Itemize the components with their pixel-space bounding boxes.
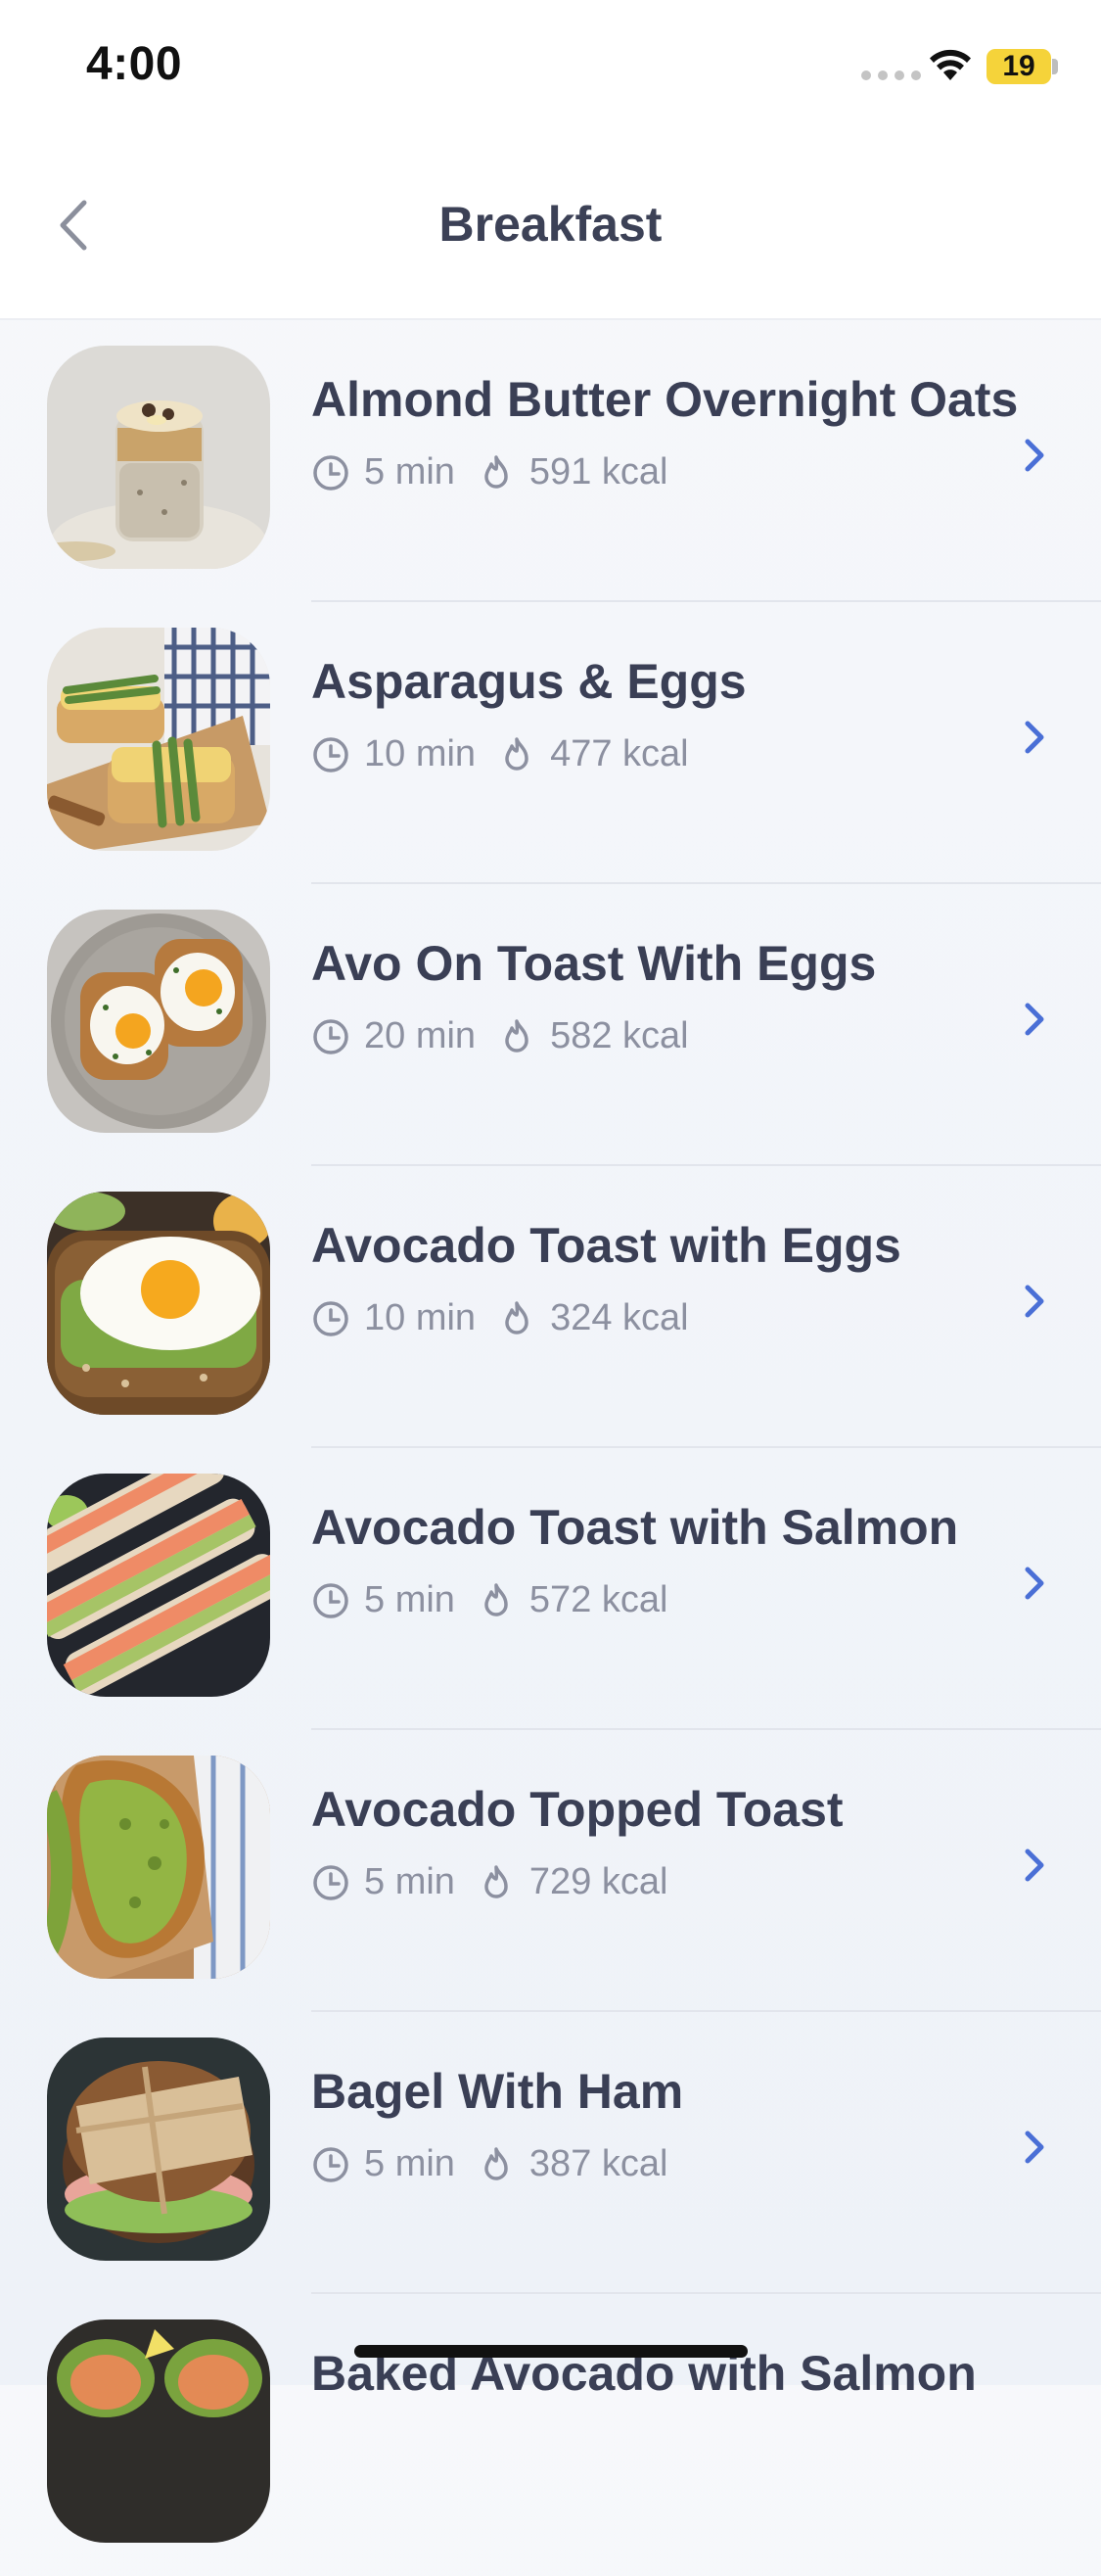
recipe-meta: 20 min 582 kcal — [311, 1015, 689, 1057]
clock-icon — [313, 736, 348, 773]
recipe-thumbnail — [47, 346, 270, 569]
recipe-time: 10 min — [364, 733, 477, 774]
recipe-meta: 10 min 477 kcal — [311, 733, 689, 775]
recipe-meta: 5 min 729 kcal — [311, 1861, 667, 1903]
recipe-row[interactable]: Bagel With Ham 5 min 387 kcal — [0, 2012, 1101, 2294]
recipe-meta: 10 min 324 kcal — [311, 1297, 689, 1339]
home-indicator[interactable] — [354, 2345, 748, 2358]
chevron-right-icon — [1025, 721, 1044, 754]
battery-tail — [1052, 59, 1058, 74]
recipe-name: Avocado Topped Toast — [311, 1782, 844, 1837]
flame-icon — [484, 454, 508, 489]
recipe-name: Almond Butter Overnight Oats — [311, 372, 1019, 427]
recipe-thumbnail — [47, 1192, 270, 1415]
recipe-time: 5 min — [364, 1861, 455, 1902]
recipe-kcal: 572 kcal — [528, 1579, 668, 1620]
recipe-name: Avo On Toast With Eggs — [311, 936, 877, 991]
recipe-thumbnail — [47, 1756, 270, 1979]
recipe-thumbnail — [47, 2037, 270, 2261]
recipe-time: 5 min — [364, 2143, 455, 2184]
recipe-name: Asparagus & Eggs — [311, 654, 747, 709]
recipe-kcal: 324 kcal — [550, 1297, 689, 1338]
recipe-row[interactable]: Almond Butter Overnight Oats 5 min 591 k… — [0, 320, 1101, 602]
recipe-kcal: 582 kcal — [550, 1015, 689, 1056]
recipe-name: Avocado Toast with Eggs — [311, 1218, 901, 1273]
recipe-time: 20 min — [364, 1015, 477, 1056]
recipe-row[interactable]: Avo On Toast With Eggs 20 min 582 kcal — [0, 884, 1101, 1166]
recipe-name: Avocado Toast with Salmon — [311, 1500, 959, 1555]
cellular-signal-icon — [861, 70, 921, 80]
recipe-kcal: 387 kcal — [528, 2143, 668, 2184]
recipe-meta: 5 min 572 kcal — [311, 1579, 667, 1621]
clock-icon — [313, 454, 348, 491]
recipe-thumbnail — [47, 1474, 270, 1697]
recipe-thumbnail — [47, 628, 270, 851]
chevron-right-icon — [1025, 439, 1044, 472]
recipe-kcal: 477 kcal — [550, 733, 689, 774]
flame-icon — [484, 1864, 508, 1898]
chevron-right-icon — [1025, 1567, 1044, 1600]
status-time: 4:00 — [86, 38, 183, 90]
flame-icon — [505, 1300, 528, 1335]
recipe-meta: 5 min 591 kcal — [311, 451, 667, 493]
recipe-time: 5 min — [364, 1579, 455, 1620]
flame-icon — [505, 736, 528, 771]
flame-icon — [484, 2146, 508, 2180]
recipe-thumbnail — [47, 2319, 270, 2543]
page-title: Breakfast — [438, 197, 663, 252]
clock-icon — [313, 1300, 348, 1336]
recipe-name: Bagel With Ham — [311, 2064, 684, 2119]
recipe-kcal: 729 kcal — [528, 1861, 668, 1902]
flame-icon — [505, 1018, 528, 1053]
recipe-row[interactable]: Avocado Topped Toast 5 min 729 kcal — [0, 1730, 1101, 2012]
recipe-meta: 5 min 387 kcal — [311, 2143, 667, 2185]
recipe-time: 5 min — [364, 451, 455, 492]
flame-icon — [484, 1582, 508, 1616]
recipe-row[interactable]: Avocado Toast with Salmon 5 min 572 kcal — [0, 1448, 1101, 1730]
recipe-thumbnail — [47, 910, 270, 1133]
clock-icon — [313, 1864, 348, 1900]
status-bar: 4:00 19 — [0, 0, 1101, 137]
battery-level: 19 — [1002, 50, 1035, 82]
battery-indicator: 19 — [986, 49, 1051, 84]
recipe-row[interactable]: Baked Avocado with Salmon — [0, 2294, 1101, 2576]
recipe-row[interactable]: Avocado Toast with Eggs 10 min 324 kcal — [0, 1166, 1101, 1448]
chevron-right-icon — [1025, 1285, 1044, 1318]
clock-icon — [313, 1018, 348, 1054]
chevron-right-icon — [1025, 2131, 1044, 2164]
clock-icon — [313, 2146, 348, 2182]
chevron-right-icon — [1025, 1849, 1044, 1882]
navigation-bar: Breakfast — [0, 137, 1101, 320]
clock-icon — [313, 1582, 348, 1618]
wifi-icon — [930, 49, 971, 80]
chevron-right-icon — [1025, 1003, 1044, 1036]
recipe-time: 10 min — [364, 1297, 477, 1338]
recipe-row[interactable]: Asparagus & Eggs 10 min 477 kcal — [0, 602, 1101, 884]
recipe-list: Almond Butter Overnight Oats 5 min 591 k… — [0, 320, 1101, 2576]
recipe-kcal: 591 kcal — [528, 451, 668, 492]
